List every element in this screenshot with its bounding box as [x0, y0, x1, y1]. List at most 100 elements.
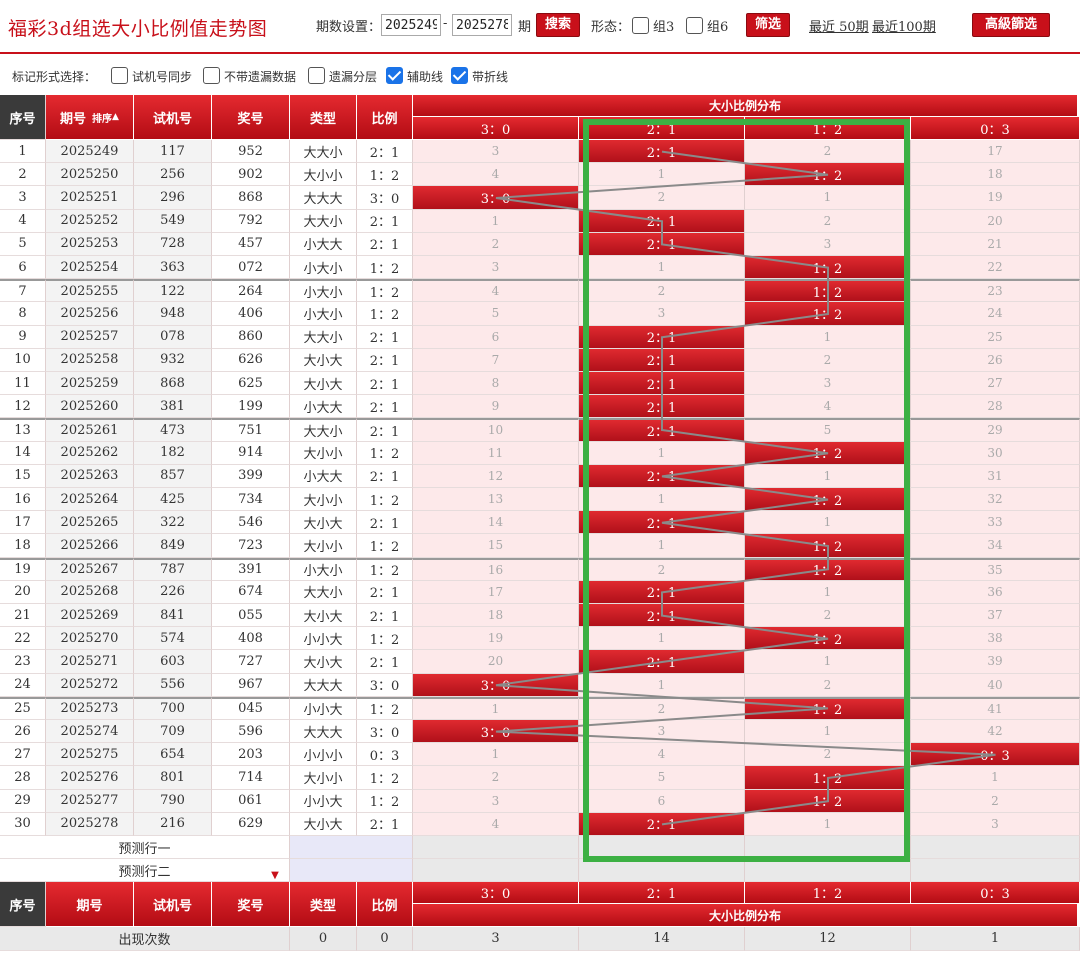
row-type: 小小大 — [290, 789, 357, 813]
row-trial: 322 — [134, 511, 212, 535]
dist-hit-cell: 1：2 — [745, 279, 911, 303]
dist-hit-cell: 1：2 — [745, 256, 911, 280]
predict-cell[interactable] — [579, 836, 745, 860]
row-trial: 117 — [134, 140, 212, 164]
dist-cell: 1 — [579, 163, 745, 187]
footer-header-period: 期号 — [46, 882, 134, 928]
row-trial: 216 — [134, 812, 212, 836]
dist-hit-cell: 1：2 — [745, 441, 911, 465]
dist-hit-cell: 2：1 — [579, 395, 745, 419]
row-type: 大大大 — [290, 186, 357, 210]
period-label: 期数设置： — [316, 20, 382, 35]
row-trial: 932 — [134, 348, 212, 372]
group3-checkbox[interactable] — [632, 17, 649, 34]
polyline-checkbox[interactable] — [451, 67, 468, 84]
row-ratio: 2：1 — [357, 650, 413, 674]
row-prize: 626 — [212, 348, 290, 372]
row-type: 小大小 — [290, 557, 357, 581]
row-seq: 11 — [0, 372, 46, 396]
recent-50-link[interactable]: 最近 50期 — [809, 16, 869, 35]
filter-button[interactable]: 筛选 — [746, 13, 790, 37]
row-seq: 13 — [0, 418, 46, 442]
dist-hit-cell: 2：1 — [579, 812, 745, 836]
predict-input-cell[interactable] — [290, 836, 413, 860]
page-title: 福彩3d组选大小比例值走势图 — [8, 18, 268, 40]
dist-cell: 2 — [745, 348, 911, 372]
row-trial: 556 — [134, 673, 212, 697]
row-seq: 6 — [0, 256, 46, 280]
dist-cell: 25 — [911, 325, 1080, 349]
predict-cell[interactable] — [911, 859, 1080, 883]
row-trial: 296 — [134, 186, 212, 210]
row-period: 2025257 — [46, 325, 134, 349]
row-seq: 1 — [0, 140, 46, 164]
arrow-down-icon[interactable]: ▼ — [268, 869, 282, 881]
group6-checkbox[interactable] — [686, 17, 703, 34]
row-seq: 10 — [0, 348, 46, 372]
predict-input-cell[interactable] — [290, 859, 413, 883]
predict-cell[interactable] — [745, 836, 911, 860]
row-prize: 625 — [212, 372, 290, 396]
row-prize: 408 — [212, 627, 290, 651]
dist-hit-cell: 2：1 — [579, 209, 745, 233]
row-seq: 22 — [0, 627, 46, 651]
count-value: 12 — [745, 927, 911, 952]
header-dist-col-1: 2：1 — [579, 117, 745, 140]
predict-cell[interactable] — [579, 859, 745, 883]
dist-cell: 11 — [413, 441, 579, 465]
aux-line-checkbox[interactable] — [386, 67, 403, 84]
no-omission-checkbox[interactable] — [203, 67, 220, 84]
dist-cell: 3 — [745, 232, 911, 256]
row-seq: 25 — [0, 696, 46, 720]
dist-cell: 2 — [745, 604, 911, 628]
row-prize: 792 — [212, 209, 290, 233]
row-ratio: 1：2 — [357, 789, 413, 813]
predict-cell[interactable] — [413, 836, 579, 860]
row-seq: 2 — [0, 163, 46, 187]
dist-cell: 2 — [579, 557, 745, 581]
row-prize: 072 — [212, 256, 290, 280]
row-prize: 045 — [212, 696, 290, 720]
dist-hit-cell: 2：1 — [579, 418, 745, 442]
predict-cell[interactable] — [413, 859, 579, 883]
row-trial: 363 — [134, 256, 212, 280]
period-from-input[interactable] — [381, 14, 441, 36]
sort-arrow-icon[interactable]: ▲ — [112, 112, 119, 122]
search-button[interactable]: 搜索 — [536, 13, 580, 37]
row-period: 2025255 — [46, 279, 134, 303]
row-type: 小大小 — [290, 256, 357, 280]
row-type: 大小小 — [290, 441, 357, 465]
row-seq: 15 — [0, 464, 46, 488]
mark-options-bar: 标记形式选择： 试机号同步 不带遗漏数据 遗漏分层 辅助线 带折线 — [0, 58, 1080, 92]
trial-sync-checkbox[interactable] — [111, 67, 128, 84]
dist-hit-cell: 2：1 — [579, 348, 745, 372]
dist-hit-cell: 2：1 — [579, 464, 745, 488]
row-type: 小大大 — [290, 395, 357, 419]
row-type: 大大小 — [290, 140, 357, 164]
header-dist-col-2: 1：2 — [745, 117, 911, 140]
recent-100-link[interactable]: 最近100期 — [872, 16, 936, 35]
row-ratio: 1：2 — [357, 488, 413, 512]
row-period: 2025273 — [46, 696, 134, 720]
row-seq: 21 — [0, 604, 46, 628]
sort-button[interactable]: 排序 — [92, 110, 112, 125]
header-period[interactable]: 期号 排序 ▲ — [46, 95, 134, 140]
row-ratio: 2：1 — [357, 511, 413, 535]
dist-cell: 1 — [413, 209, 579, 233]
dist-hit-cell: 1：2 — [745, 627, 911, 651]
row-trial: 603 — [134, 650, 212, 674]
row-type: 大大小 — [290, 580, 357, 604]
predict-cell[interactable] — [745, 859, 911, 883]
advanced-filter-button[interactable]: 高級篩选 — [972, 13, 1050, 37]
period-to-input[interactable] — [452, 14, 512, 36]
omission-layer-checkbox[interactable] — [308, 67, 325, 84]
dist-cell: 2 — [413, 766, 579, 790]
dist-cell: 2 — [413, 232, 579, 256]
row-type: 小大小 — [290, 279, 357, 303]
dist-cell: 1 — [579, 673, 745, 697]
dist-cell: 2 — [579, 696, 745, 720]
predict-cell[interactable] — [911, 836, 1080, 860]
dist-cell: 8 — [413, 372, 579, 396]
row-period: 2025267 — [46, 557, 134, 581]
row-ratio: 3：0 — [357, 720, 413, 744]
